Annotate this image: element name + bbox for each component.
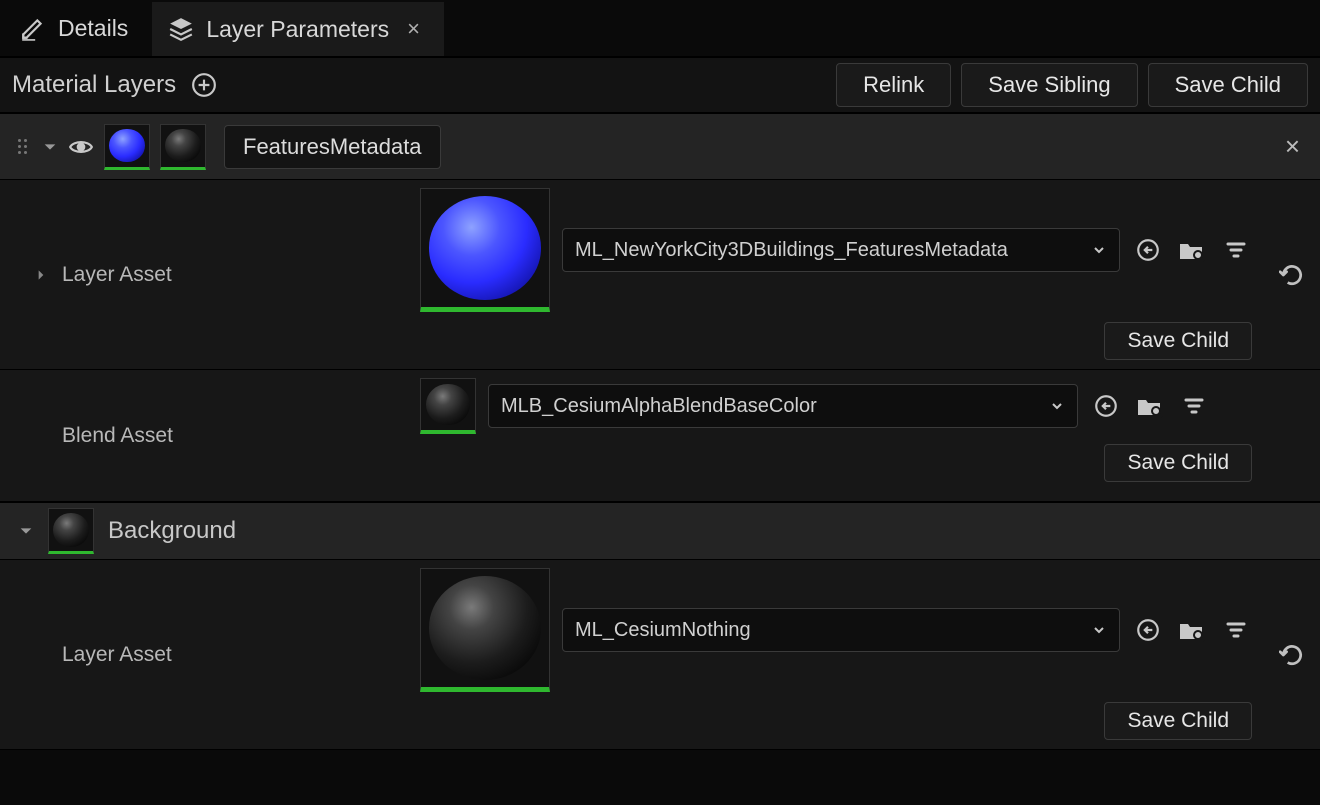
material-layers-toolbar: Material Layers Relink Save Sibling Save…: [0, 58, 1320, 114]
layer-asset-row-background: Layer Asset ML_CesiumNothing Save Child: [0, 560, 1320, 750]
layer-asset-value: ML_NewYorkCity3DBuildings_FeaturesMetada…: [575, 239, 1008, 262]
filter-icon[interactable]: [1220, 234, 1252, 266]
layer-asset-label-text: Layer Asset: [62, 643, 172, 667]
layer-asset-label: Layer Asset: [0, 560, 420, 749]
relink-button[interactable]: Relink: [836, 63, 951, 107]
layer-asset-thumbnail[interactable]: [420, 188, 550, 312]
blend-asset-thumbnail[interactable]: [420, 378, 476, 434]
tab-bar: Details Layer Parameters ×: [0, 0, 1320, 58]
material-layers-title: Material Layers: [12, 71, 176, 99]
layer-thumbnail-blue: [104, 124, 150, 170]
chevron-down-icon: [1049, 398, 1065, 414]
layer-thumbnail-dark: [160, 124, 206, 170]
layers-stack-icon: [168, 16, 194, 42]
tab-layer-parameters[interactable]: Layer Parameters ×: [152, 0, 444, 56]
layer-asset-value: ML_CesiumNothing: [575, 619, 751, 642]
tab-layer-parameters-label: Layer Parameters: [206, 16, 389, 43]
revert-arrow-icon[interactable]: [1279, 642, 1305, 668]
filter-icon[interactable]: [1220, 614, 1252, 646]
layer-header-featuresmetadata: FeaturesMetadata ×: [0, 114, 1320, 180]
chevron-down-icon[interactable]: [18, 523, 34, 539]
layer-asset-label: Layer Asset: [0, 180, 420, 369]
use-selected-icon[interactable]: [1132, 614, 1164, 646]
blend-asset-row: Blend Asset MLB_CesiumAlphaBlendBaseColo…: [0, 370, 1320, 502]
save-sibling-button[interactable]: Save Sibling: [961, 63, 1137, 107]
details-pencil-icon: [20, 15, 46, 41]
layer-header-background: Background: [0, 502, 1320, 560]
blend-asset-label-text: Blend Asset: [62, 424, 173, 448]
browse-to-icon[interactable]: [1176, 614, 1208, 646]
use-selected-icon[interactable]: [1132, 234, 1164, 266]
chevron-down-icon[interactable]: [42, 139, 58, 155]
close-icon[interactable]: ×: [407, 16, 420, 42]
blend-asset-value: MLB_CesiumAlphaBlendBaseColor: [501, 395, 817, 418]
filter-icon[interactable]: [1178, 390, 1210, 422]
visibility-icon[interactable]: [68, 134, 94, 160]
blend-asset-dropdown[interactable]: MLB_CesiumAlphaBlendBaseColor: [488, 384, 1078, 428]
layer-asset-label-text: Layer Asset: [62, 263, 172, 287]
remove-layer-button[interactable]: ×: [1277, 127, 1308, 166]
revert-arrow-icon[interactable]: [1279, 262, 1305, 288]
drag-handle-icon[interactable]: [18, 139, 32, 154]
save-child-button[interactable]: Save Child: [1104, 444, 1252, 482]
layer-asset-thumbnail[interactable]: [420, 568, 550, 692]
background-thumbnail: [48, 508, 94, 554]
background-title: Background: [108, 517, 236, 545]
layer-asset-dropdown[interactable]: ML_CesiumNothing: [562, 608, 1120, 652]
chevron-down-icon: [1091, 242, 1107, 258]
tab-details-label: Details: [58, 15, 128, 42]
use-selected-icon[interactable]: [1090, 390, 1122, 422]
chevron-down-icon: [1091, 622, 1107, 638]
tab-details[interactable]: Details: [4, 0, 152, 56]
layer-name-chip[interactable]: FeaturesMetadata: [224, 125, 441, 169]
browse-to-icon[interactable]: [1134, 390, 1166, 422]
expand-right-icon[interactable]: [34, 268, 48, 282]
save-child-button[interactable]: Save Child: [1148, 63, 1308, 107]
browse-to-icon[interactable]: [1176, 234, 1208, 266]
layer-asset-row-features: Layer Asset ML_NewYorkCity3DBuildings_Fe…: [0, 180, 1320, 370]
add-layer-button[interactable]: [190, 71, 218, 99]
blend-asset-label: Blend Asset: [0, 370, 420, 501]
layer-asset-dropdown[interactable]: ML_NewYorkCity3DBuildings_FeaturesMetada…: [562, 228, 1120, 272]
save-child-button[interactable]: Save Child: [1104, 322, 1252, 360]
save-child-button[interactable]: Save Child: [1104, 702, 1252, 740]
